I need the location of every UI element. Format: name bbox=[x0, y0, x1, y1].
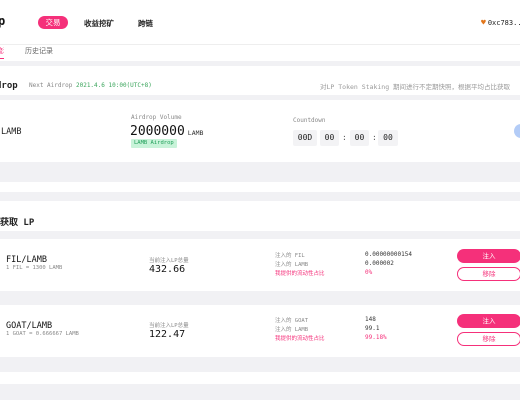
inject-button[interactable]: 注入 bbox=[457, 314, 520, 328]
injected-token-value: 148 bbox=[365, 316, 376, 323]
sub-tab-bar: 流动 历史记录 bbox=[0, 44, 520, 61]
remove-button[interactable]: 移除 bbox=[457, 267, 520, 281]
countdown-label: Countdown bbox=[293, 117, 326, 124]
app-logo[interactable]: p bbox=[0, 14, 5, 28]
pool-pair-name: FIL/LAMB bbox=[6, 255, 47, 265]
next-airdrop-label: Next Airdrop bbox=[29, 82, 73, 89]
bottom-band bbox=[0, 372, 520, 384]
nav-tab-trade[interactable]: 交易 bbox=[38, 16, 68, 29]
airdrop-details-panel bbox=[0, 100, 520, 162]
my-liquidity-share-label: 我提供的流动性占比 bbox=[275, 336, 325, 342]
pool-rate: 1 FIL = 1300 LAMB bbox=[6, 265, 63, 271]
injected-lamb-value: 0.000002 bbox=[365, 260, 394, 267]
injected-token-value: 0.00000000154 bbox=[365, 251, 412, 258]
airdrop-volume-unit: LAMB bbox=[187, 129, 204, 137]
nav-tab-cross-chain[interactable]: 跨链 bbox=[138, 18, 153, 29]
countdown-separator: : bbox=[342, 133, 347, 142]
injected-lamb-label: 注入的 LAMB bbox=[275, 327, 309, 333]
countdown-seconds: 00 bbox=[378, 130, 398, 146]
airdrop-token: LAMB bbox=[1, 127, 22, 137]
lp-total-label: 当前注入LP总量 bbox=[149, 258, 189, 264]
nav-tab-yield-farming[interactable]: 收益挖矿 bbox=[84, 18, 114, 29]
my-liquidity-share-value: 99.18% bbox=[365, 334, 387, 341]
lp-total-value: 122.47 bbox=[149, 329, 186, 340]
lp-total-value: 432.66 bbox=[149, 264, 186, 275]
remove-button[interactable]: 移除 bbox=[457, 332, 520, 346]
snapshot-notice: 对LP Token Staking 期间进行不定期快照，根据平均占比获取 bbox=[320, 83, 511, 91]
injected-lamb-label: 注入的 LAMB bbox=[275, 262, 309, 268]
top-nav-bar: p 交易 收益挖矿 跨链 ♥0xc783... bbox=[0, 0, 520, 44]
spacer-band bbox=[0, 182, 520, 192]
injected-token-label: 注入的 GOAT bbox=[275, 318, 309, 324]
countdown-days: 00D bbox=[293, 130, 317, 146]
injected-lamb-value: 99.1 bbox=[365, 325, 380, 332]
airdrop-volume-label: Airdrop Volume bbox=[131, 114, 182, 121]
lp-section-header bbox=[0, 201, 520, 231]
wallet-address: 0xc783... bbox=[487, 19, 520, 27]
tab-history[interactable]: 历史记录 bbox=[25, 46, 53, 56]
countdown-separator: : bbox=[372, 133, 377, 142]
pool-card-fil-lamb bbox=[0, 239, 520, 291]
next-airdrop-info: Next Airdrop 2021.4.6 10:00(UTC+8) bbox=[29, 82, 152, 89]
lp-section-title: 获取 LP bbox=[0, 218, 35, 228]
next-airdrop-date: 2021.4.6 10:00(UTC+8) bbox=[75, 82, 152, 89]
lp-total-label: 当前注入LP总量 bbox=[149, 323, 189, 329]
inject-button[interactable]: 注入 bbox=[457, 249, 520, 263]
airdrop-volume: 2000000 LAMB bbox=[130, 124, 203, 139]
countdown-minutes: 00 bbox=[350, 130, 369, 146]
injected-token-label: 注入的 FIL bbox=[275, 253, 305, 259]
countdown-hours: 00 bbox=[320, 130, 339, 146]
tab-liquidity[interactable]: 流动 bbox=[0, 46, 4, 59]
pool-pair-name: GOAT/LAMB bbox=[6, 321, 53, 331]
airdrop-volume-value: 2000000 bbox=[130, 124, 185, 139]
metamask-fox-icon: ♥ bbox=[481, 18, 486, 27]
wallet-button[interactable]: ♥0xc783... bbox=[481, 18, 520, 27]
pool-rate: 1 GOAT = 0.666667 LAMB bbox=[6, 331, 79, 337]
my-liquidity-share-label: 我提供的流动性占比 bbox=[275, 271, 325, 277]
my-liquidity-share-value: 0% bbox=[365, 269, 373, 276]
airdrop-tag-badge: LAMB Airdrop bbox=[131, 139, 177, 148]
airdrop-title: drop bbox=[0, 81, 18, 91]
